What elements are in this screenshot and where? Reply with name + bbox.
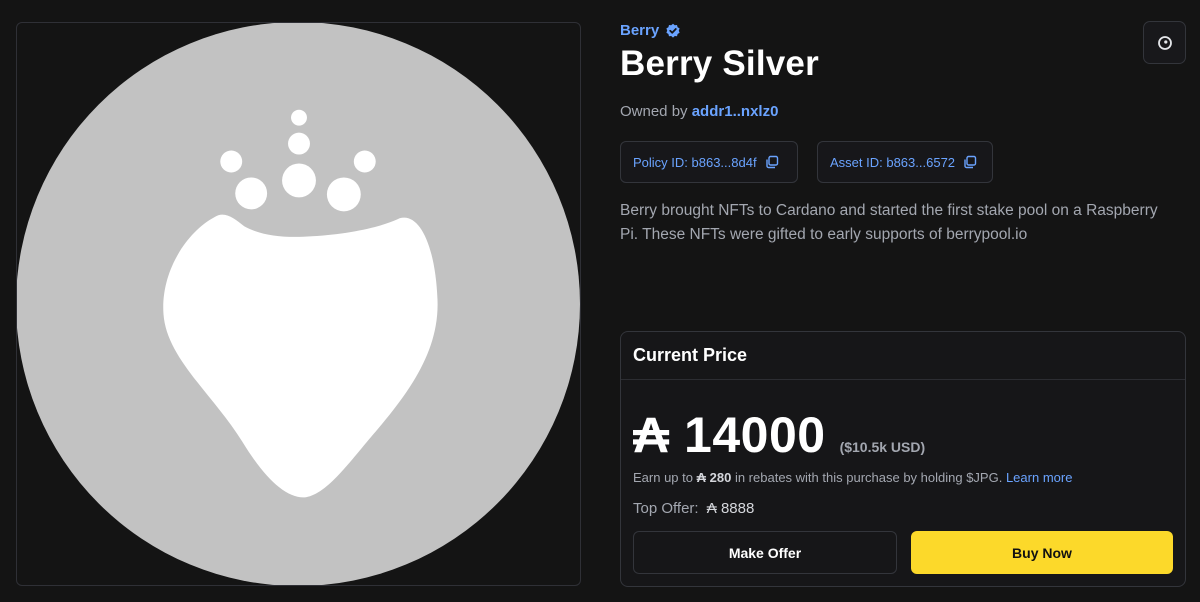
nft-image-frame[interactable]	[16, 22, 581, 586]
top-offer-value: ₳ 8888	[706, 500, 755, 517]
asset-id-text: Asset ID: b863...6572	[830, 154, 956, 170]
more-actions-button[interactable]	[1143, 21, 1186, 64]
circle-dot-icon	[1157, 35, 1172, 50]
price-card: Current Price ₳ 14000 ($10.5k USD) Earn …	[620, 331, 1186, 587]
bubble	[220, 150, 243, 173]
usd-price: ($10.5k USD)	[839, 439, 926, 455]
price-card-header: Current Price	[621, 332, 1185, 380]
buy-now-button[interactable]: Buy Now	[911, 531, 1173, 574]
bubble	[235, 177, 268, 210]
bubble	[291, 109, 307, 126]
asset-id-chip[interactable]: Asset ID: b863...6572	[817, 141, 993, 183]
ada-symbol: ₳	[633, 407, 670, 463]
asset-info-panel: Berry Berry Silver Owned by addr1..nxlz0…	[620, 0, 1186, 602]
copy-icon[interactable]	[765, 155, 779, 169]
bubble	[326, 177, 361, 212]
make-offer-button[interactable]: Make Offer	[633, 531, 897, 574]
policy-id-chip[interactable]: Policy ID: b863...8d4f	[620, 141, 798, 183]
rebate-suffix: in rebates with this purchase by holding…	[734, 470, 1003, 485]
collection-link[interactable]: Berry	[620, 22, 681, 39]
owner-line: Owned by addr1..nxlz0	[620, 103, 778, 120]
price-row: ₳ 14000 ($10.5k USD)	[633, 406, 925, 464]
current-price: ₳ 14000	[633, 406, 826, 464]
rebate-prefix: Earn up to	[633, 470, 693, 485]
top-offer-label: Top Offer:	[633, 500, 699, 517]
copy-icon[interactable]	[963, 155, 977, 169]
rebate-info: Earn up to ₳ 280 in rebates with this pu…	[633, 470, 1072, 485]
owned-by-label: Owned by	[620, 103, 688, 120]
bubble	[288, 132, 310, 155]
owner-address-link[interactable]: addr1..nxlz0	[692, 103, 779, 120]
nft-image	[17, 23, 580, 585]
learn-more-link[interactable]: Learn more	[1006, 470, 1072, 485]
bubble	[282, 163, 316, 198]
asset-description: Berry brought NFTs to Cardano and starte…	[620, 202, 1158, 243]
verified-badge-icon	[666, 23, 680, 38]
asset-title: Berry Silver	[620, 44, 819, 83]
collection-name: Berry	[620, 22, 660, 39]
top-offer: Top Offer: ₳ 8888	[633, 500, 754, 517]
rebate-amount: ₳ 280	[696, 470, 732, 485]
bubble	[353, 150, 376, 173]
policy-id-text: Policy ID: b863...8d4f	[633, 154, 757, 170]
price-value: 14000	[684, 407, 826, 463]
